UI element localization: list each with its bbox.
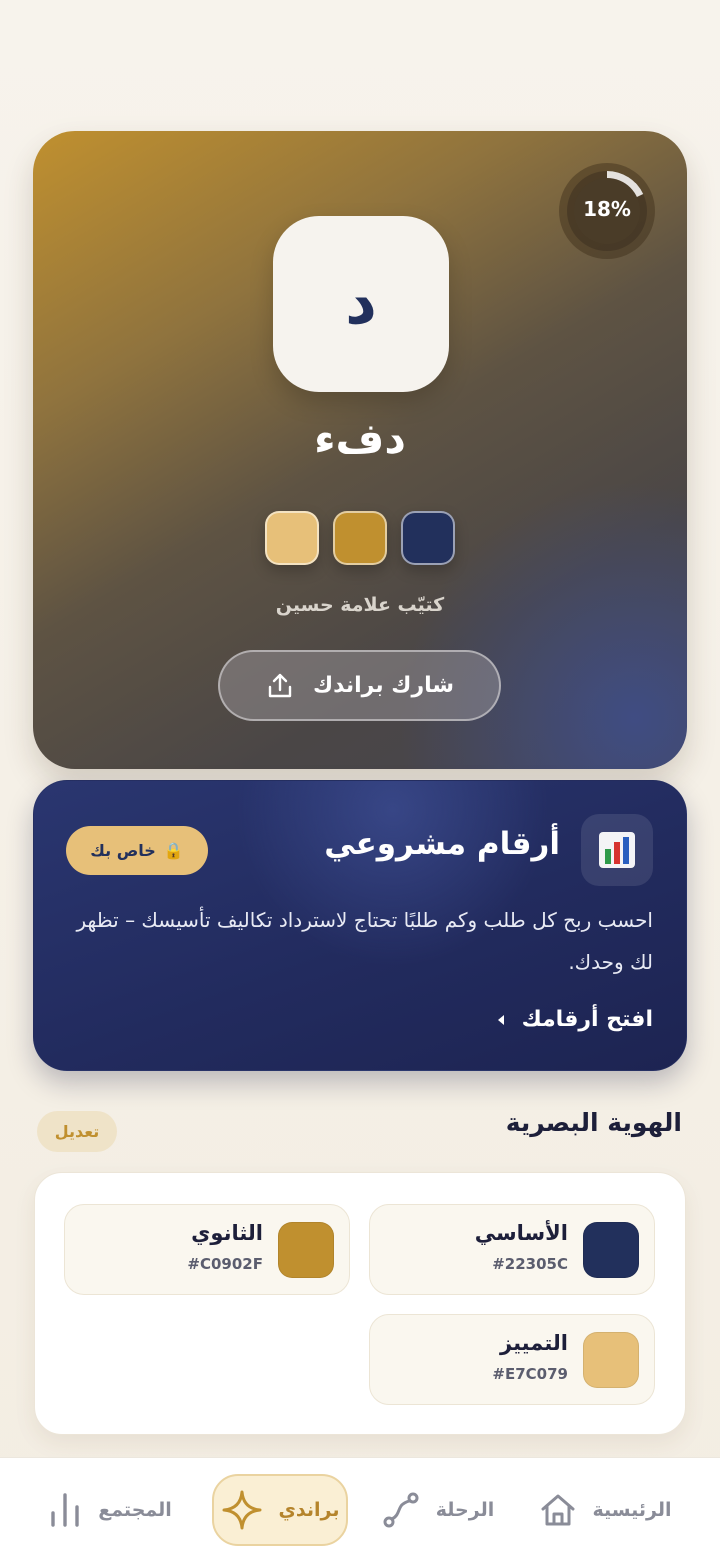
brand-swatches [33, 511, 687, 565]
color-tile-primary[interactable]: الأساسي #22305C [369, 1204, 655, 1295]
private-badge: 🔒 خاص بك [66, 826, 208, 875]
private-badge-label: خاص بك [90, 841, 156, 860]
visual-identity-title: الهوية البصرية [505, 1108, 682, 1137]
brand-logo: د [273, 216, 449, 392]
numbers-description: احسب ربح كل طلب وكم طلبًا تحتاج لاسترداد… [76, 908, 653, 974]
color-hex: #C0902F [187, 1255, 263, 1273]
chevron-left-icon [497, 1014, 504, 1025]
project-numbers-card[interactable]: أرقام مشروعي 🔒 خاص بك احسب ربح كل طلب وك… [33, 780, 687, 1071]
swatch-primary [401, 511, 455, 565]
chart-tile [581, 814, 653, 886]
brand-hero-card: 18% د دفء كتيّب علامة حسين شارك براندك [33, 131, 687, 769]
brand-logo-letter: د [345, 264, 377, 338]
progress-label: 18% [583, 197, 631, 221]
stats-icon [51, 1493, 79, 1527]
color-chip [583, 1222, 639, 1278]
nav-label: المجتمع [98, 1499, 172, 1521]
color-tile-secondary[interactable]: الثانوي #C0902F [64, 1204, 350, 1295]
share-icon [268, 673, 292, 697]
bottom-nav: الرئيسية الرحلة براندي المجتمع [0, 1457, 720, 1560]
nav-item-community[interactable]: المجتمع [40, 1474, 180, 1546]
sparkle-icon [222, 1490, 261, 1530]
lock-icon: 🔒 [163, 841, 184, 860]
share-brand-label: شارك براندك [313, 673, 455, 698]
color-hex: #E7C079 [492, 1365, 568, 1383]
home-icon [541, 1494, 575, 1526]
numbers-title: أرقام مشروعي [324, 826, 560, 862]
route-icon [383, 1492, 419, 1528]
progress-ring: 18% [559, 163, 655, 259]
nav-label: براندي [278, 1499, 340, 1521]
color-tile-accent[interactable]: التمييز #E7C079 [369, 1314, 655, 1405]
share-brand-button[interactable]: شارك براندك [218, 650, 501, 721]
swatch-accent [265, 511, 319, 565]
nav-label: الرئيسية [592, 1499, 672, 1521]
color-name: الأساسي [474, 1221, 568, 1245]
open-numbers-label: افتح أرقامك [521, 1007, 653, 1032]
edit-identity-button[interactable]: تعديل [37, 1111, 117, 1152]
nav-item-home[interactable]: الرئيسية [530, 1474, 680, 1546]
brand-byline: كتيّب علامة حسين [275, 594, 445, 616]
color-hex: #22305C [492, 1255, 568, 1273]
color-name: التمييز [500, 1331, 568, 1355]
open-numbers-link[interactable]: افتح أرقامك [497, 1007, 653, 1032]
color-name: الثانوي [191, 1221, 263, 1245]
brand-name: دفء [314, 414, 406, 463]
bar-chart-icon [599, 832, 635, 868]
visual-identity-card: الأساسي #22305C الثانوي #C0902F التمييز … [34, 1172, 686, 1435]
color-chip [583, 1332, 639, 1388]
nav-item-journey[interactable]: الرحلة [378, 1474, 498, 1546]
nav-label: الرحلة [435, 1499, 495, 1521]
nav-item-my-brand[interactable]: براندي [212, 1474, 348, 1546]
swatch-secondary [333, 511, 387, 565]
color-chip [278, 1222, 334, 1278]
